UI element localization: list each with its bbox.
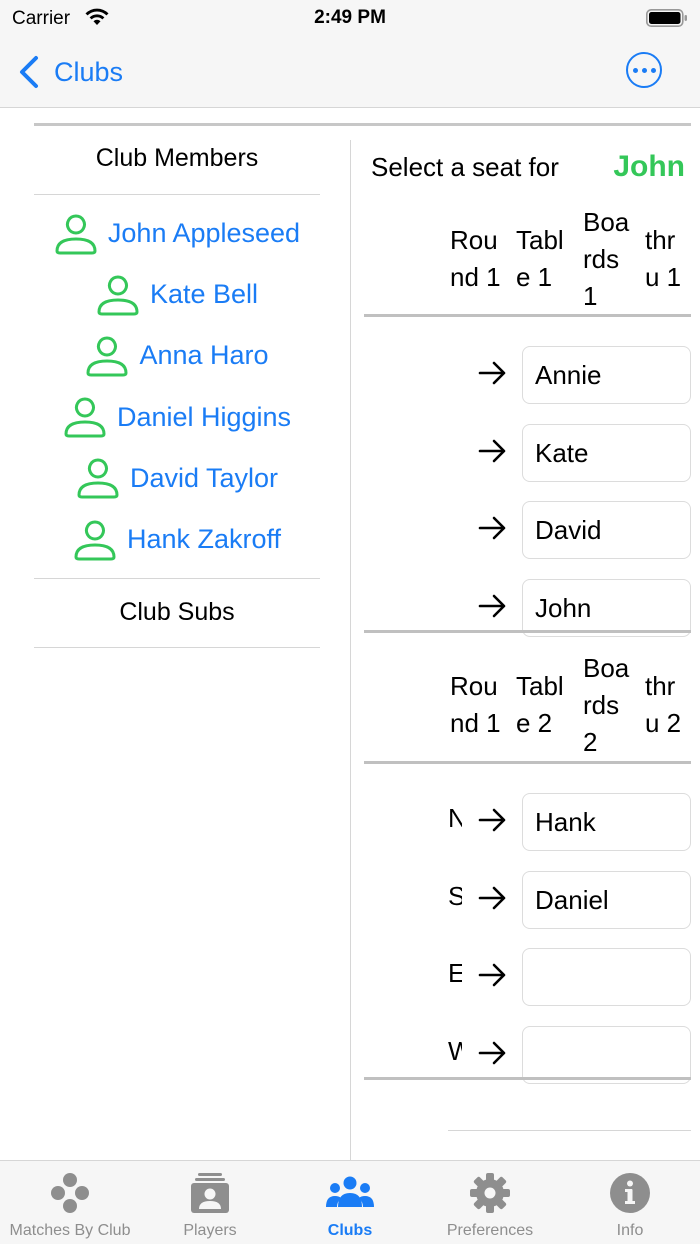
players-icon xyxy=(191,1173,229,1213)
seat-row: W xyxy=(448,1026,692,1084)
tab-label: Clubs xyxy=(327,1222,373,1239)
member-row[interactable]: Anna Haro xyxy=(34,325,320,386)
seat-row xyxy=(448,424,692,482)
info-icon xyxy=(610,1173,650,1213)
seat-row: S xyxy=(448,871,692,929)
tab-info[interactable]: Info xyxy=(560,1161,700,1244)
arrow-right-icon xyxy=(478,439,506,463)
member-name: Anna Haro xyxy=(139,340,269,371)
matches-icon xyxy=(51,1173,89,1213)
header-thru: thr u 2 xyxy=(645,671,682,738)
seat-row xyxy=(448,346,692,404)
seat-field[interactable] xyxy=(522,793,691,851)
arrow-right-icon xyxy=(478,594,506,618)
club-members-title: Club Members xyxy=(34,126,320,195)
tab-preferences[interactable]: Preferences xyxy=(420,1161,560,1244)
seat-selection-header: Select a seat for John xyxy=(371,147,691,187)
member-name: Daniel Higgins xyxy=(116,401,292,432)
more-icon-dot xyxy=(641,67,647,73)
arrow-right-icon xyxy=(478,361,506,385)
arrow-right-icon xyxy=(478,1041,506,1065)
seat-row: N xyxy=(448,793,692,851)
clock: 2:49 PM xyxy=(314,7,386,28)
seat-field[interactable] xyxy=(522,871,691,929)
header-boards: Boa rds 1 xyxy=(583,207,630,311)
arrow-right-icon xyxy=(478,516,506,540)
more-icon-dot xyxy=(650,67,656,73)
member-row[interactable]: Daniel Higgins xyxy=(34,387,320,448)
seat-field[interactable] xyxy=(522,501,691,559)
tab-label: Players xyxy=(183,1222,237,1239)
table-header: Rou nd 1 Tabl e 2 Boa rds 2 thr u 2 xyxy=(448,650,692,761)
seat-direction: W xyxy=(448,1036,462,1066)
gear-icon xyxy=(470,1173,510,1213)
member-name: David Taylor xyxy=(129,462,279,493)
member-row[interactable]: Hank Zakroff xyxy=(34,509,320,570)
status-bar: Carrier 2:49 PM xyxy=(0,0,700,36)
column-divider xyxy=(350,140,351,1160)
member-name: John Appleseed xyxy=(107,218,301,249)
navigation-bar: Clubs xyxy=(0,36,700,108)
tab-players[interactable]: Players xyxy=(140,1161,280,1244)
member-name: Kate Bell xyxy=(149,279,259,310)
club-members-panel: Club Members John Appleseed Kate Bell Anna… xyxy=(34,126,320,649)
select-seat-label: Select a seat for xyxy=(371,151,559,182)
person-icon xyxy=(86,336,128,377)
more-options-button[interactable] xyxy=(626,52,662,88)
tab-matches-by-club[interactable]: Matches By Club xyxy=(0,1161,140,1244)
back-button[interactable]: Clubs xyxy=(18,52,123,92)
arrow-right-icon xyxy=(478,886,506,910)
seat-direction: N xyxy=(448,803,462,833)
seat-field[interactable] xyxy=(522,1026,691,1084)
header-thru: thr u 1 xyxy=(645,225,682,292)
table-header-rule xyxy=(364,314,691,317)
header-round: Rou nd 1 xyxy=(450,671,501,738)
seat-direction: S xyxy=(448,881,462,911)
seat-field[interactable] xyxy=(522,948,691,1006)
seat-field[interactable] xyxy=(522,424,691,482)
members-list: John Appleseed Kate Bell Anna Haro Daniel H… xyxy=(34,195,320,580)
member-name: Hank Zakroff xyxy=(126,524,282,555)
chevron-left-icon xyxy=(20,56,38,88)
seat-field[interactable] xyxy=(522,579,691,637)
back-button-label: Clubs xyxy=(54,56,124,87)
table-bottom-rule xyxy=(364,1077,691,1080)
header-table: Tabl e 1 xyxy=(516,225,564,292)
table-header: Rou nd 1 Tabl e 1 Boa rds 1 thr u 1 xyxy=(448,204,692,314)
arrow-right-icon xyxy=(478,808,506,832)
person-icon xyxy=(64,397,106,438)
person-icon xyxy=(97,275,139,316)
table-header-rule xyxy=(364,761,691,764)
tab-bar: Matches By Club Players Clubs Preferences In… xyxy=(0,1160,700,1244)
member-row[interactable]: John Appleseed xyxy=(34,203,320,264)
more-icon-dot xyxy=(632,67,638,73)
table-bottom-rule xyxy=(364,630,691,633)
arrow-right-icon xyxy=(478,963,506,987)
person-icon xyxy=(77,458,119,499)
tab-label: Preferences xyxy=(446,1222,534,1239)
member-row[interactable]: David Taylor xyxy=(34,448,320,509)
tab-label: Matches By Club xyxy=(9,1222,131,1239)
person-icon xyxy=(74,520,116,561)
seat-direction: E xyxy=(448,958,462,988)
tab-clubs[interactable]: Clubs xyxy=(280,1161,420,1244)
battery-icon xyxy=(646,9,687,27)
seat-row xyxy=(448,501,692,559)
member-row[interactable]: Kate Bell xyxy=(34,264,320,325)
seat-row xyxy=(448,579,692,637)
seat-row: E xyxy=(448,948,692,1006)
tab-label: Info xyxy=(616,1222,644,1239)
header-boards: Boa rds 2 xyxy=(583,653,630,757)
header-round: Rou nd 1 xyxy=(450,225,501,292)
person-icon xyxy=(55,214,97,255)
header-table: Tabl e 2 xyxy=(516,671,564,738)
clubs-icon xyxy=(326,1176,374,1207)
selected-player-name: John xyxy=(613,150,685,183)
seat-field[interactable] xyxy=(522,346,691,404)
bottom-divider xyxy=(448,1130,691,1131)
club-subs-title: Club Subs xyxy=(34,579,320,649)
